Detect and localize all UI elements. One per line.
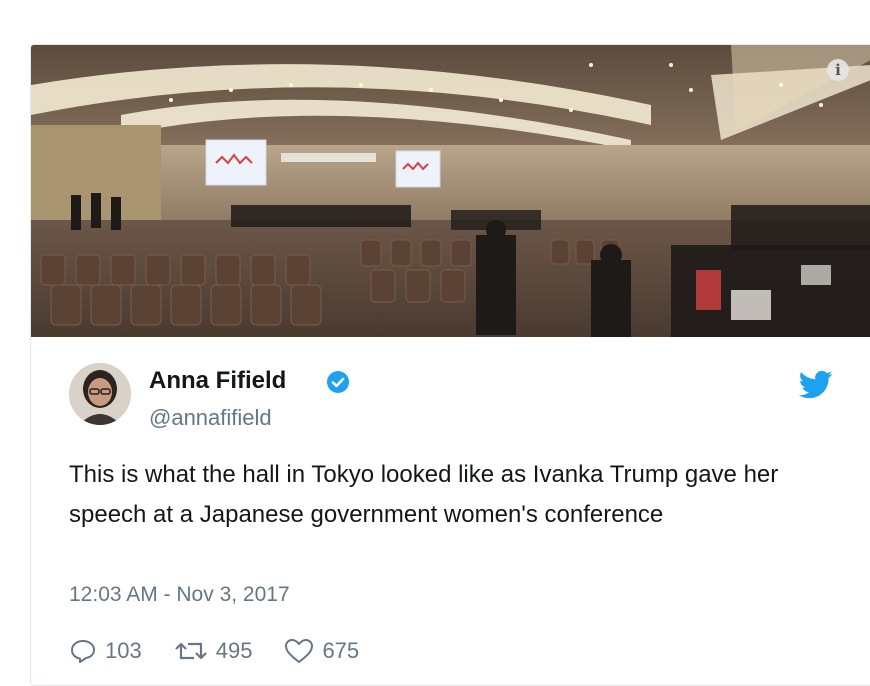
reply-action[interactable]: 103 (69, 637, 142, 665)
author-name[interactable]: Anna Fifield (149, 367, 286, 395)
author-photo (69, 363, 131, 425)
tweet-timestamp[interactable]: 12:03 AM - Nov 3, 2017 (69, 583, 290, 607)
twitter-bird-icon[interactable] (799, 370, 833, 400)
author-handle[interactable]: @annafifield (149, 405, 272, 431)
like-count: 675 (322, 638, 360, 663)
tweet-actions: 103 495 675 (69, 635, 391, 667)
reply-icon[interactable] (69, 637, 97, 665)
conference-hall-image (31, 45, 870, 337)
tweet-photo[interactable]: i (31, 45, 870, 337)
like-icon[interactable] (284, 637, 314, 665)
tweet-card[interactable]: i Anna Fifield @annafifield This is what… (30, 44, 870, 686)
reply-count: 103 (105, 638, 142, 663)
info-icon[interactable]: i (827, 59, 849, 81)
retweet-action[interactable]: 495 (174, 637, 253, 665)
retweet-icon[interactable] (174, 637, 208, 665)
tweet-text: This is what the hall in Tokyo looked li… (69, 461, 779, 528)
avatar[interactable] (69, 363, 131, 425)
retweet-count: 495 (215, 638, 253, 663)
verified-badge-icon (327, 371, 349, 393)
like-action[interactable]: 675 (284, 637, 359, 665)
